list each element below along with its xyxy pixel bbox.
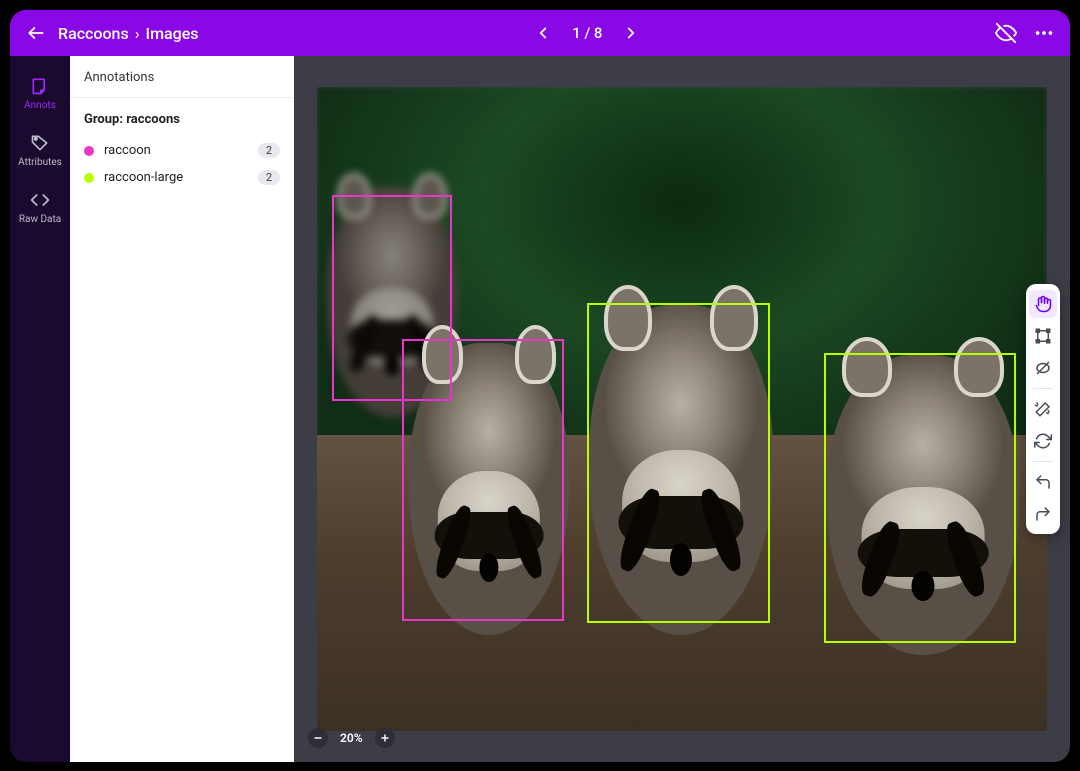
rail-item-label: Attributes bbox=[18, 157, 62, 168]
box-tool[interactable] bbox=[1029, 322, 1057, 350]
chevron-left-icon bbox=[534, 24, 552, 42]
color-swatch bbox=[84, 173, 94, 183]
raccoon-subject bbox=[827, 355, 1019, 655]
back-button[interactable] bbox=[24, 21, 48, 45]
breadcrumb: Raccoons › Images bbox=[58, 24, 199, 43]
zoom-controls: 20% bbox=[308, 728, 395, 748]
refresh-icon bbox=[1034, 432, 1052, 450]
tool-separator bbox=[1033, 461, 1053, 462]
app-body: Annots Attributes Raw Data Annotations G… bbox=[10, 56, 1070, 762]
ellipse-tool[interactable] bbox=[1029, 354, 1057, 382]
class-count: 2 bbox=[258, 170, 280, 185]
ellipse-strike-icon bbox=[1034, 359, 1052, 377]
chevron-right-icon bbox=[622, 24, 640, 42]
dots-horizontal-icon bbox=[1033, 22, 1055, 44]
class-name: raccoon-large bbox=[104, 170, 248, 185]
class-row-raccoon[interactable]: raccoon 2 bbox=[70, 137, 294, 164]
rail-item-annots[interactable]: Annots bbox=[10, 66, 70, 119]
visibility-toggle-button[interactable] bbox=[994, 21, 1018, 45]
left-rail: Annots Attributes Raw Data bbox=[10, 56, 70, 762]
minus-icon bbox=[312, 732, 324, 744]
annotations-panel: Annotations Group: raccoons raccoon 2 ra… bbox=[70, 56, 294, 762]
more-menu-button[interactable] bbox=[1032, 21, 1056, 45]
rail-item-label: Raw Data bbox=[19, 214, 61, 225]
tool-stack bbox=[1026, 284, 1060, 534]
prev-button[interactable] bbox=[532, 22, 554, 44]
annotated-image[interactable] bbox=[317, 87, 1047, 731]
zoom-out-button[interactable] bbox=[308, 728, 328, 748]
zoom-level: 20% bbox=[340, 731, 363, 745]
breadcrumb-item[interactable]: Raccoons bbox=[58, 24, 129, 43]
tag-icon bbox=[28, 131, 52, 155]
breadcrumb-separator: › bbox=[135, 24, 140, 43]
wand-tool[interactable] bbox=[1029, 395, 1057, 423]
arrow-left-icon bbox=[26, 23, 46, 43]
pan-tool[interactable] bbox=[1029, 290, 1057, 318]
app-header: Raccoons › Images 1 / 8 bbox=[10, 10, 1070, 56]
next-button[interactable] bbox=[620, 22, 642, 44]
class-count: 2 bbox=[258, 143, 280, 158]
magic-wand-icon bbox=[1034, 400, 1052, 418]
app-window: Raccoons › Images 1 / 8 bbox=[10, 10, 1070, 762]
raccoon-subject bbox=[409, 343, 569, 635]
rail-item-rawdata[interactable]: Raw Data bbox=[10, 180, 70, 233]
pager: 1 / 8 bbox=[532, 22, 642, 44]
undo-icon bbox=[1034, 473, 1052, 491]
canvas-area[interactable]: 20% bbox=[294, 56, 1070, 762]
group-title: Group: raccoons bbox=[70, 98, 294, 137]
redo-tool[interactable] bbox=[1029, 500, 1057, 528]
code-icon bbox=[28, 188, 52, 212]
class-row-raccoon-large[interactable]: raccoon-large 2 bbox=[70, 164, 294, 191]
refresh-tool[interactable] bbox=[1029, 427, 1057, 455]
panel-title: Annotations bbox=[70, 56, 294, 98]
bounding-box-icon bbox=[1034, 327, 1052, 345]
rail-item-label: Annots bbox=[24, 100, 56, 111]
undo-tool[interactable] bbox=[1029, 468, 1057, 496]
color-swatch bbox=[84, 146, 94, 156]
raccoon-subject bbox=[589, 305, 773, 635]
class-name: raccoon bbox=[104, 143, 248, 158]
hand-icon bbox=[1034, 295, 1052, 313]
tool-separator bbox=[1033, 388, 1053, 389]
plus-icon bbox=[379, 732, 391, 744]
redo-icon bbox=[1034, 505, 1052, 523]
note-icon bbox=[28, 74, 52, 98]
header-actions bbox=[994, 21, 1056, 45]
image-stage bbox=[294, 56, 1070, 762]
zoom-in-button[interactable] bbox=[375, 728, 395, 748]
page-indicator: 1 / 8 bbox=[572, 24, 602, 42]
breadcrumb-item[interactable]: Images bbox=[146, 24, 199, 43]
eye-off-icon bbox=[995, 22, 1017, 44]
rail-item-attributes[interactable]: Attributes bbox=[10, 123, 70, 176]
